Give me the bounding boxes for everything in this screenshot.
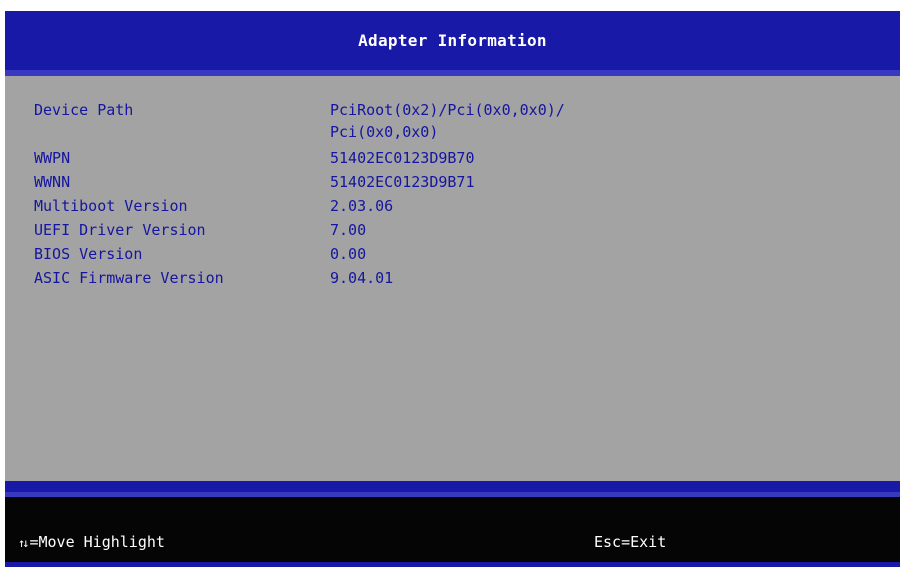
uefi-driver-version-value: 7.00 [330, 221, 367, 239]
device-path-label: Device Path [34, 101, 134, 119]
multiboot-version-label: Multiboot Version [34, 197, 188, 215]
wwpn-value: 51402EC0123D9B70 [330, 149, 475, 167]
bios-version-label: BIOS Version [34, 245, 143, 263]
device-path-value: PciRoot(0x2)/Pci(0x0,0x0)/ [330, 101, 565, 119]
wwnn-value: 51402EC0123D9B71 [330, 173, 475, 191]
move-highlight-label: =Move Highlight [29, 533, 165, 551]
move-highlight-hint: ↑↓ =Move Highlight [18, 531, 165, 553]
footer-bottom-bar [5, 562, 900, 567]
bios-version-value: 0.00 [330, 245, 367, 263]
up-down-arrows-icon: ↑↓ [18, 536, 30, 550]
asic-firmware-version-label: ASIC Firmware Version [34, 269, 224, 287]
exit-hint: Esc=Exit [594, 533, 667, 551]
footer-top-bar [5, 481, 900, 492]
page-title: Adapter Information [358, 31, 547, 50]
wwnn-label: WWNN [34, 173, 71, 191]
wwpn-label: WWPN [34, 149, 71, 167]
bios-screen: Adapter Information Device Path PciRoot(… [0, 0, 907, 573]
asic-firmware-version-value: 9.04.01 [330, 269, 394, 287]
multiboot-version-value: 2.03.06 [330, 197, 394, 215]
device-path-value-continued: Pci(0x0,0x0) [330, 123, 439, 141]
uefi-driver-version-label: UEFI Driver Version [34, 221, 206, 239]
